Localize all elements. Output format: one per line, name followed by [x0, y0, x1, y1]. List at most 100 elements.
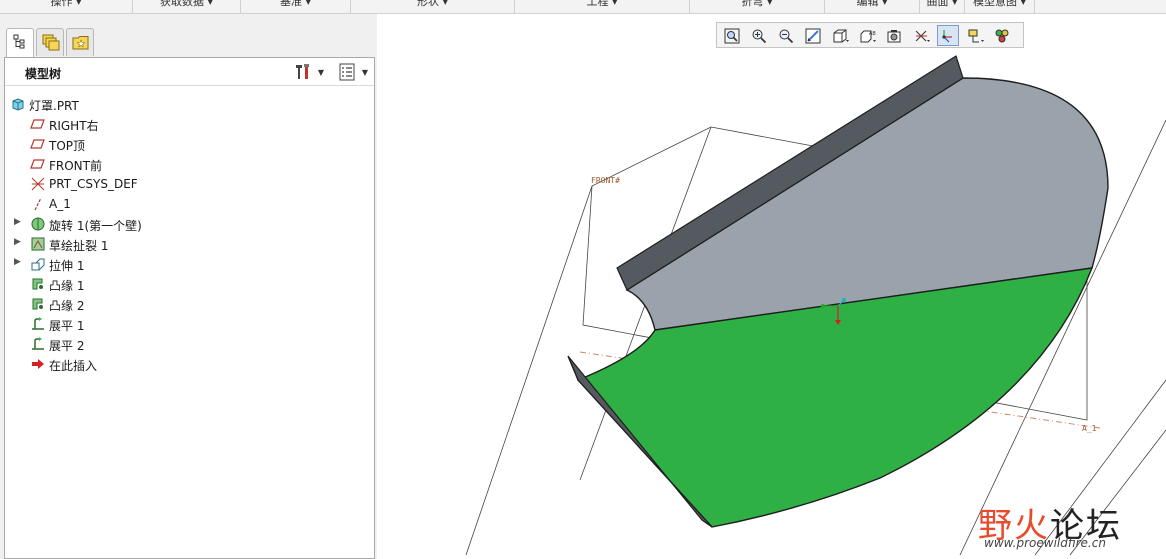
ribbon-group-shapes[interactable]: 形状 ▾	[351, 0, 515, 14]
chevron-down-icon: ▼	[317, 68, 324, 77]
watermark-url: www.proewildfire.cn	[984, 536, 1106, 550]
expand-arrow-icon[interactable]: ▶	[14, 257, 24, 269]
ribbon-group-operations[interactable]: 操作 ▾	[0, 0, 133, 14]
refit-button[interactable]	[721, 25, 743, 46]
tree-item[interactable]: ▶ 草绘扯裂 1	[5, 234, 374, 254]
navigator-panel: 模型树 ▼ ▼ 灯罩.PRT RIGHT右 TOP顶 FRONT前 PRT_CS…	[0, 14, 377, 559]
datum-display-button[interactable]	[910, 25, 932, 46]
extrude-icon	[30, 256, 46, 272]
ribbon-group-label: 折弯 ▾	[741, 0, 773, 8]
model-tree-title: 模型树	[25, 67, 62, 81]
ribbon-group-editing[interactable]: 编辑 ▾	[825, 0, 920, 14]
view-manager-button[interactable]	[883, 25, 905, 46]
tree-item-label: 展平 1	[49, 319, 85, 333]
ribbon-group-bend[interactable]: 折弯 ▾	[690, 0, 825, 14]
unbend-icon	[30, 316, 46, 332]
annotation-display-button[interactable]	[964, 25, 986, 46]
application-window: 操作 ▾ 获取数据 ▾ 基准 ▾ 形状 ▾ 工程 ▾ 折弯 ▾ 编辑 ▾ 曲面 …	[0, 0, 1166, 559]
spin-center-button[interactable]	[937, 25, 959, 46]
tree-item[interactable]: 展平 1	[5, 314, 374, 334]
zoom-in-button[interactable]	[748, 25, 770, 46]
ribbon-group-label: 模型意图 ▾	[972, 0, 1027, 8]
expand-arrow-icon[interactable]: ▶	[14, 217, 24, 229]
favorites-tab[interactable]	[66, 28, 94, 56]
tree-item[interactable]: 凸缘 2	[5, 294, 374, 314]
repaint-button[interactable]	[802, 25, 824, 46]
tree-item-label: 凸缘 2	[49, 299, 85, 313]
model-tree: 模型树 ▼ ▼ 灯罩.PRT RIGHT右 TOP顶 FRONT前 PRT_CS…	[4, 57, 375, 559]
tree-item-label: 在此插入	[49, 359, 98, 373]
ribbon-group-label: 曲面 ▾	[926, 0, 958, 8]
ribbon-group-datum[interactable]: 基准 ▾	[241, 0, 351, 14]
revolve-wall-icon	[30, 216, 46, 232]
saved-views-button[interactable]: AB	[856, 25, 878, 46]
ribbon-group-label: 基准 ▾	[279, 0, 312, 8]
tree-item[interactable]: PRT_CSYS_DEF	[5, 174, 374, 194]
tree-item-label: 拉伸 1	[49, 259, 85, 273]
tree-item[interactable]: 凸缘 1	[5, 274, 374, 294]
model-tree-tab[interactable]	[6, 28, 34, 57]
appearance-button[interactable]	[991, 25, 1013, 46]
appearance-icon	[995, 29, 1009, 43]
spin-center-icon	[942, 30, 952, 43]
tree-item-label: 灯罩.PRT	[29, 99, 79, 113]
ribbon-group-label: 获取数据 ▾	[159, 0, 214, 8]
tree-item[interactable]: 展平 2	[5, 334, 374, 354]
tree-item[interactable]: A_1	[5, 194, 374, 214]
saved-views-icon: AB	[860, 30, 876, 43]
ribbon-group-bar: 操作 ▾ 获取数据 ▾ 基准 ▾ 形状 ▾ 工程 ▾ 折弯 ▾ 编辑 ▾ 曲面 …	[0, 0, 1166, 14]
ribbon-group-engineering[interactable]: 工程 ▾	[515, 0, 690, 14]
tree-item-label: 旋转 1(第一个壁)	[49, 219, 142, 233]
flange-icon	[30, 276, 46, 292]
chevron-down-icon: ▼	[361, 68, 368, 77]
tree-settings-icon	[296, 64, 309, 79]
datum-plane-icon	[30, 116, 46, 132]
tree-item-label: 草绘扯裂 1	[49, 239, 109, 253]
tree-settings-button[interactable]: ▼	[294, 63, 326, 81]
tree-item-label: 凸缘 1	[49, 279, 85, 293]
tree-item-label: PRT_CSYS_DEF	[49, 177, 138, 191]
datum-display-icon	[915, 30, 930, 42]
tree-item[interactable]: 灯罩.PRT	[5, 94, 374, 114]
tree-item[interactable]: TOP顶	[5, 134, 374, 154]
ribbon-group-get-data[interactable]: 获取数据 ▾	[133, 0, 241, 14]
show-options-icon	[339, 63, 355, 81]
view-toolbar: AB	[716, 22, 1024, 48]
zoom-out-button[interactable]	[775, 25, 797, 46]
tree-item[interactable]: 在此插入	[5, 354, 374, 374]
expand-arrow-icon[interactable]: ▶	[14, 237, 24, 249]
model-tree-tab-icon	[13, 34, 25, 49]
svg-text:AB: AB	[869, 31, 876, 37]
tree-item-label: A_1	[49, 197, 71, 211]
zoom-out-icon	[779, 29, 794, 44]
sketch-rip-icon	[30, 236, 46, 252]
favorites-tab-icon	[72, 36, 89, 50]
ribbon-group-label: 工程 ▾	[586, 0, 618, 8]
refit-icon	[724, 28, 740, 44]
datum-axis-icon	[30, 196, 46, 212]
annotation-display-icon	[968, 29, 984, 43]
csys-icon	[30, 176, 46, 192]
ribbon-group-label: 形状 ▾	[416, 0, 449, 8]
part-icon	[10, 96, 26, 112]
graphics-window[interactable]	[377, 14, 1166, 559]
tree-item-label: RIGHT右	[49, 119, 99, 133]
unbend-icon	[30, 336, 46, 352]
layers-tab-icon	[42, 34, 60, 51]
tree-item[interactable]: RIGHT右	[5, 114, 374, 134]
ribbon-group-label: 编辑 ▾	[856, 0, 888, 8]
tree-item[interactable]: FRONT前	[5, 154, 374, 174]
tree-item-label: 展平 2	[49, 339, 85, 353]
datum-plane-icon	[30, 156, 46, 172]
ribbon-group-model-intent[interactable]: 模型意图 ▾	[965, 0, 1035, 14]
ribbon-group-label: 操作 ▾	[50, 0, 82, 8]
ribbon-group-surfaces[interactable]: 曲面 ▾	[920, 0, 965, 14]
datum-plane-icon	[30, 136, 46, 152]
tree-columns-button[interactable]: ▼	[338, 63, 370, 81]
layers-tab[interactable]	[36, 28, 64, 56]
display-style-button[interactable]	[829, 25, 851, 46]
tree-item[interactable]: ▶ 旋转 1(第一个壁)	[5, 214, 374, 234]
tree-item[interactable]: ▶ 拉伸 1	[5, 254, 374, 274]
tree-item-label: FRONT前	[49, 159, 102, 173]
view-manager-icon	[887, 30, 901, 43]
